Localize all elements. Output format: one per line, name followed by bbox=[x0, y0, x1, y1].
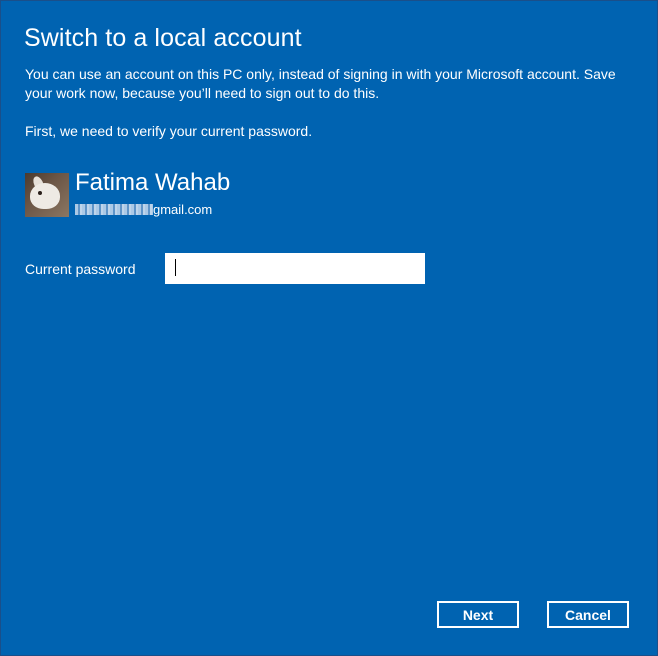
dialog-description: You can use an account on this PC only, … bbox=[25, 66, 616, 101]
email-redacted-mask bbox=[75, 204, 153, 215]
avatar-bunny-eye bbox=[38, 191, 42, 195]
user-email: gmail.com bbox=[75, 202, 212, 217]
text-caret bbox=[175, 259, 176, 276]
switch-local-account-dialog: Switch to a local account You can use an… bbox=[0, 0, 658, 656]
email-domain: gmail.com bbox=[153, 202, 213, 217]
current-password-label: Current password bbox=[25, 261, 136, 277]
verify-password-text: First, we need to verify your current pa… bbox=[25, 123, 313, 139]
user-display-name: Fatima Wahab bbox=[75, 169, 231, 196]
cancel-button[interactable]: Cancel bbox=[547, 601, 629, 628]
avatar-bunny bbox=[30, 183, 60, 209]
next-button[interactable]: Next bbox=[437, 601, 519, 628]
current-password-input[interactable] bbox=[165, 253, 425, 284]
dialog-title: Switch to a local account bbox=[24, 24, 302, 52]
user-avatar bbox=[25, 173, 69, 217]
